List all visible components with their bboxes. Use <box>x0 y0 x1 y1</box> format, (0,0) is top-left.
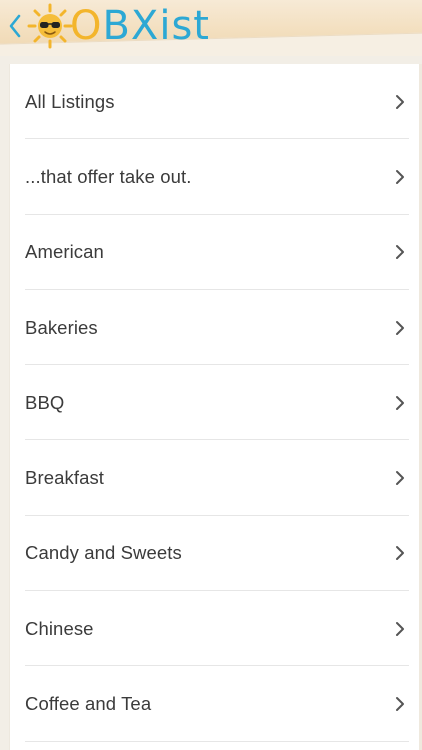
list-item-label: Breakfast <box>25 467 105 489</box>
chevron-right-icon <box>396 471 404 486</box>
list-item-candy-and-sweets[interactable]: Candy and Sweets <box>10 516 419 592</box>
list-item-bbq[interactable]: BBQ <box>10 365 419 441</box>
chevron-right-icon <box>396 395 404 410</box>
chevron-right-icon <box>396 697 404 712</box>
chevron-left-icon <box>9 14 21 38</box>
list-item-label: American <box>25 241 104 263</box>
list-item-label: Candy and Sweets <box>25 542 182 564</box>
chevron-right-icon <box>396 320 404 335</box>
list-item-breakfast[interactable]: Breakfast <box>10 440 419 517</box>
list-item-all-listings[interactable]: All Listings <box>10 64 419 140</box>
list-item-american[interactable]: American <box>10 215 419 291</box>
list-item-bakeries[interactable]: Bakeries <box>10 290 419 366</box>
list-item-label: Coffee and Tea <box>25 693 152 715</box>
sun-sunglasses-icon <box>27 3 73 49</box>
category-list: All Listings ...that offer take out. Ame… <box>9 64 419 750</box>
list-item-chinese[interactable]: Chinese <box>10 591 419 667</box>
back-button[interactable] <box>4 6 26 46</box>
app-header: OBXist <box>0 0 422 56</box>
list-item-label: BBQ <box>25 391 65 413</box>
list-item-label: Chinese <box>25 617 94 639</box>
list-item-label: Bakeries <box>25 316 98 338</box>
app-logo-text: OBXist <box>70 2 210 50</box>
list-item-label: ...that offer take out. <box>25 165 192 187</box>
list-item-label: All Listings <box>25 90 115 112</box>
chevron-right-icon <box>396 621 404 636</box>
chevron-right-icon <box>396 546 404 561</box>
app-logo: OBXist <box>26 2 210 50</box>
logo-letter-o: O <box>70 3 103 49</box>
logo-letters-rest: BXist <box>102 3 210 49</box>
list-item-coffee-and-tea[interactable]: Coffee and Tea <box>10 666 419 742</box>
chevron-right-icon <box>396 169 404 184</box>
list-item-take-out[interactable]: ...that offer take out. <box>10 139 419 215</box>
chevron-right-icon <box>396 94 404 109</box>
chevron-right-icon <box>396 245 404 260</box>
